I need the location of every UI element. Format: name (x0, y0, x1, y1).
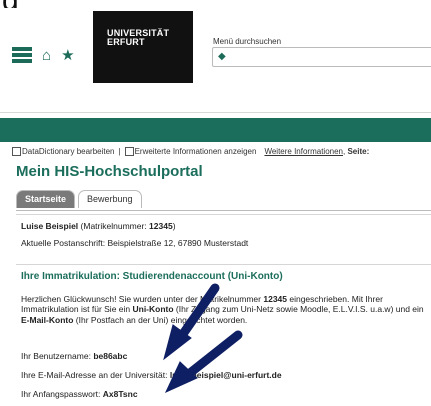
divider (0, 112, 431, 113)
options-bar: DataDictionary bearbeiten | Erweiterte I… (12, 147, 369, 156)
email-label: Ihre E-Mail-Adresse an der Universität: (21, 370, 168, 380)
username-value: be86abc (93, 351, 128, 361)
password-label: Ihr Anfangspasswort: (21, 389, 101, 399)
tab-bar: Startseite Bewerbung (16, 190, 142, 208)
tab-startseite[interactable]: Startseite (16, 190, 76, 208)
email-line: Ihre E-Mail-Adresse an der Universität: … (21, 370, 282, 380)
tab-bewerbung[interactable]: Bewerbung (78, 190, 142, 208)
toolbar-icons: ⌂ ★ (12, 47, 75, 63)
star-icon[interactable]: ★ (61, 48, 74, 63)
student-info-panel: Luise Beispiel (Matrikelnummer: 12345) A… (16, 214, 431, 259)
erweiterte-checkbox[interactable] (124, 147, 134, 156)
username-label: Ihr Benutzername: (21, 351, 91, 361)
tab-underline (16, 210, 431, 211)
password-value: Ax8Tsnc (102, 389, 138, 399)
search-label: Menü durchsuchen (213, 37, 282, 46)
student-name-line: Luise Beispiel (Matrikelnummer: 12345) (21, 221, 176, 231)
menu-icon[interactable] (12, 47, 32, 63)
enrollment-panel: Ihre Immatrikulation: Studierendenaccoun… (16, 264, 431, 406)
address-value: Beispielstraße 12, 67890 Musterstadt (107, 238, 249, 248)
address-line: Aktuelle Postanschrift: Beispielstraße 1… (21, 238, 248, 248)
university-logo[interactable]: UNIVERSITÄT ERFURT (93, 11, 193, 83)
search-input[interactable]: ◆ (212, 47, 431, 67)
page-title: Mein HIS-Hochschulportal (16, 163, 203, 180)
email-value: luise.beispiel@uni-erfurt.de (169, 370, 282, 380)
enrollment-paragraph: Herzlichen Glückwunsch! Sie wurden unter… (21, 294, 424, 325)
weitere-informationen-link[interactable]: Weitere Informationen (264, 147, 343, 156)
address-label: Aktuelle Postanschrift: (21, 238, 106, 248)
erweiterte-label[interactable]: Erweiterte Informationen anzeigen (135, 147, 257, 156)
options-separator: | (118, 147, 121, 156)
home-icon[interactable]: ⌂ (42, 48, 51, 63)
datadictionary-label[interactable]: DataDictionary bearbeiten (22, 147, 115, 156)
student-matrikel: 12345 (149, 221, 173, 231)
search-icon: ◆ (218, 51, 226, 62)
student-name: Luise Beispiel (21, 221, 79, 231)
datadictionary-checkbox[interactable] (12, 147, 21, 156)
password-line: Ihr Anfangspasswort: Ax8Tsnc (21, 389, 138, 399)
enrollment-heading: Ihre Immatrikulation: Studierendenaccoun… (21, 271, 283, 282)
seite-label: Seite: (347, 147, 370, 156)
username-line: Ihr Benutzername: be86abc (21, 351, 127, 361)
logo-text: UNIVERSITÄT ERFURT (107, 28, 170, 47)
navigation-bar (0, 118, 431, 142)
